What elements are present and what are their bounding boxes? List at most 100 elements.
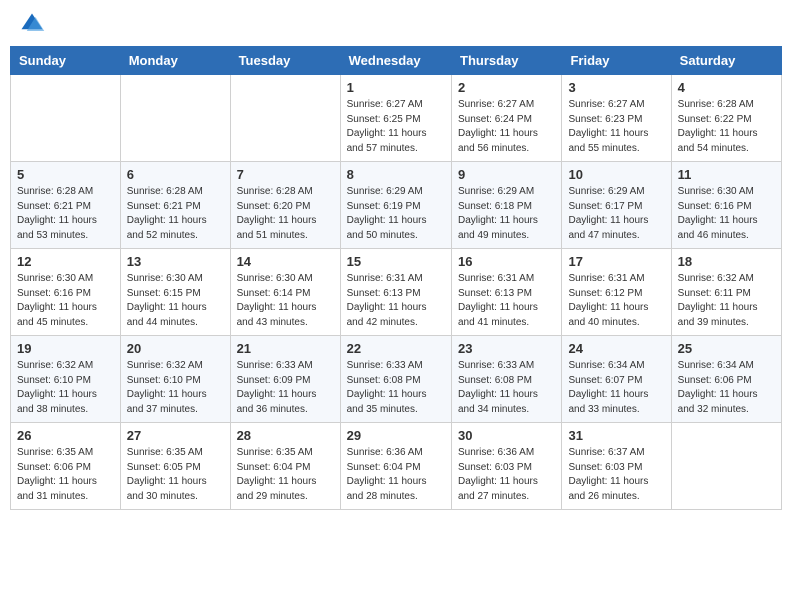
- calendar-cell: 14Sunrise: 6:30 AMSunset: 6:14 PMDayligh…: [230, 249, 340, 336]
- day-number: 15: [347, 254, 445, 269]
- calendar-cell: [230, 75, 340, 162]
- day-info: Sunrise: 6:30 AMSunset: 6:16 PMDaylight:…: [17, 272, 114, 330]
- day-number: 4: [678, 80, 775, 95]
- day-number: 5: [17, 167, 114, 182]
- calendar-week-row: 12 Sunrise: 6:30 AMSunset: 6:16 PMDayligh…: [11, 249, 782, 336]
- day-info: Sunrise: 6:33 AMSunset: 6:09 PMDaylight:…: [237, 359, 334, 417]
- calendar-cell: 24 Sunrise: 6:34 AMSunset: 6:07 PMDayligh…: [562, 336, 671, 423]
- day-info: Sunrise: 6:27 AMSunset: 6:25 PMDaylight:…: [347, 98, 445, 156]
- calendar-cell: 16Sunrise: 6:31 AMSunset: 6:13 PMDayligh…: [452, 249, 562, 336]
- day-info: Sunrise: 6:36 AMSunset: 6:04 PMDaylight:…: [347, 446, 445, 504]
- calendar-week-row: 1 Sunrise: 6:27 AMSunset: 6:25 PMDaylight…: [11, 75, 782, 162]
- day-number: 11: [678, 167, 775, 182]
- calendar-cell: 1 Sunrise: 6:27 AMSunset: 6:25 PMDaylight…: [340, 75, 451, 162]
- day-info: Sunrise: 6:35 AMSunset: 6:04 PMDaylight:…: [237, 446, 334, 504]
- day-info: Sunrise: 6:28 AMSunset: 6:22 PMDaylight:…: [678, 98, 775, 156]
- day-number: 10: [568, 167, 664, 182]
- day-number: 17: [568, 254, 664, 269]
- day-number: 20: [127, 341, 224, 356]
- day-info: Sunrise: 6:35 AMSunset: 6:05 PMDaylight:…: [127, 446, 224, 504]
- day-info: Sunrise: 6:30 AMSunset: 6:15 PMDaylight:…: [127, 272, 224, 330]
- day-header-saturday: Saturday: [671, 47, 781, 75]
- calendar-cell: 12 Sunrise: 6:30 AMSunset: 6:16 PMDayligh…: [11, 249, 121, 336]
- day-number: 1: [347, 80, 445, 95]
- calendar-cell: [11, 75, 121, 162]
- day-number: 23: [458, 341, 555, 356]
- calendar-cell: 19 Sunrise: 6:32 AMSunset: 6:10 PMDayligh…: [11, 336, 121, 423]
- calendar-week-row: 5 Sunrise: 6:28 AMSunset: 6:21 PMDaylight…: [11, 162, 782, 249]
- day-info: Sunrise: 6:36 AMSunset: 6:03 PMDaylight:…: [458, 446, 555, 504]
- day-info: Sunrise: 6:29 AMSunset: 6:18 PMDaylight:…: [458, 185, 555, 243]
- day-info: Sunrise: 6:30 AMSunset: 6:14 PMDaylight:…: [237, 272, 334, 330]
- day-number: 13: [127, 254, 224, 269]
- calendar-cell: [120, 75, 230, 162]
- day-info: Sunrise: 6:35 AMSunset: 6:06 PMDaylight:…: [17, 446, 114, 504]
- day-number: 24: [568, 341, 664, 356]
- day-info: Sunrise: 6:32 AMSunset: 6:10 PMDaylight:…: [17, 359, 114, 417]
- day-header-wednesday: Wednesday: [340, 47, 451, 75]
- day-number: 30: [458, 428, 555, 443]
- calendar-cell: 25Sunrise: 6:34 AMSunset: 6:06 PMDayligh…: [671, 336, 781, 423]
- day-info: Sunrise: 6:37 AMSunset: 6:03 PMDaylight:…: [568, 446, 664, 504]
- calendar-cell: 23 Sunrise: 6:33 AMSunset: 6:08 PMDayligh…: [452, 336, 562, 423]
- calendar-cell: 7Sunrise: 6:28 AMSunset: 6:20 PMDaylight…: [230, 162, 340, 249]
- day-number: 3: [568, 80, 664, 95]
- day-info: Sunrise: 6:28 AMSunset: 6:21 PMDaylight:…: [127, 185, 224, 243]
- day-info: Sunrise: 6:33 AMSunset: 6:08 PMDaylight:…: [458, 359, 555, 417]
- day-info: Sunrise: 6:29 AMSunset: 6:19 PMDaylight:…: [347, 185, 445, 243]
- calendar-cell: 6 Sunrise: 6:28 AMSunset: 6:21 PMDaylight…: [120, 162, 230, 249]
- day-info: Sunrise: 6:33 AMSunset: 6:08 PMDaylight:…: [347, 359, 445, 417]
- calendar-cell: 2Sunrise: 6:27 AMSunset: 6:24 PMDaylight…: [452, 75, 562, 162]
- day-info: Sunrise: 6:30 AMSunset: 6:16 PMDaylight:…: [678, 185, 775, 243]
- day-number: 22: [347, 341, 445, 356]
- day-info: Sunrise: 6:27 AMSunset: 6:24 PMDaylight:…: [458, 98, 555, 156]
- calendar-cell: 17 Sunrise: 6:31 AMSunset: 6:12 PMDayligh…: [562, 249, 671, 336]
- day-info: Sunrise: 6:32 AMSunset: 6:10 PMDaylight:…: [127, 359, 224, 417]
- calendar-cell: 15 Sunrise: 6:31 AMSunset: 6:13 PMDayligh…: [340, 249, 451, 336]
- day-number: 12: [17, 254, 114, 269]
- day-number: 9: [458, 167, 555, 182]
- day-number: 8: [347, 167, 445, 182]
- calendar-header-row: SundayMondayTuesdayWednesdayThursdayFrid…: [11, 47, 782, 75]
- day-info: Sunrise: 6:29 AMSunset: 6:17 PMDaylight:…: [568, 185, 664, 243]
- calendar-cell: 13 Sunrise: 6:30 AMSunset: 6:15 PMDayligh…: [120, 249, 230, 336]
- calendar-cell: 30 Sunrise: 6:36 AMSunset: 6:03 PMDayligh…: [452, 423, 562, 510]
- calendar-cell: [671, 423, 781, 510]
- day-number: 18: [678, 254, 775, 269]
- calendar-week-row: 19 Sunrise: 6:32 AMSunset: 6:10 PMDayligh…: [11, 336, 782, 423]
- day-header-sunday: Sunday: [11, 47, 121, 75]
- day-info: Sunrise: 6:31 AMSunset: 6:13 PMDaylight:…: [458, 272, 555, 330]
- day-header-tuesday: Tuesday: [230, 47, 340, 75]
- calendar-week-row: 26 Sunrise: 6:35 AMSunset: 6:06 PMDayligh…: [11, 423, 782, 510]
- calendar-cell: 28Sunrise: 6:35 AMSunset: 6:04 PMDayligh…: [230, 423, 340, 510]
- calendar-cell: 5 Sunrise: 6:28 AMSunset: 6:21 PMDaylight…: [11, 162, 121, 249]
- day-info: Sunrise: 6:31 AMSunset: 6:13 PMDaylight:…: [347, 272, 445, 330]
- day-info: Sunrise: 6:27 AMSunset: 6:23 PMDaylight:…: [568, 98, 664, 156]
- day-info: Sunrise: 6:34 AMSunset: 6:06 PMDaylight:…: [678, 359, 775, 417]
- calendar-cell: 4 Sunrise: 6:28 AMSunset: 6:22 PMDaylight…: [671, 75, 781, 162]
- day-number: 31: [568, 428, 664, 443]
- day-number: 29: [347, 428, 445, 443]
- calendar-cell: 29 Sunrise: 6:36 AMSunset: 6:04 PMDayligh…: [340, 423, 451, 510]
- page-header: [10, 10, 782, 38]
- calendar-cell: 21 Sunrise: 6:33 AMSunset: 6:09 PMDayligh…: [230, 336, 340, 423]
- day-number: 7: [237, 167, 334, 182]
- day-header-thursday: Thursday: [452, 47, 562, 75]
- day-number: 26: [17, 428, 114, 443]
- calendar-cell: 26 Sunrise: 6:35 AMSunset: 6:06 PMDayligh…: [11, 423, 121, 510]
- calendar-cell: 20 Sunrise: 6:32 AMSunset: 6:10 PMDayligh…: [120, 336, 230, 423]
- day-info: Sunrise: 6:31 AMSunset: 6:12 PMDaylight:…: [568, 272, 664, 330]
- day-number: 21: [237, 341, 334, 356]
- day-info: Sunrise: 6:28 AMSunset: 6:21 PMDaylight:…: [17, 185, 114, 243]
- calendar-cell: 9 Sunrise: 6:29 AMSunset: 6:18 PMDaylight…: [452, 162, 562, 249]
- calendar-cell: 27 Sunrise: 6:35 AMSunset: 6:05 PMDayligh…: [120, 423, 230, 510]
- day-info: Sunrise: 6:34 AMSunset: 6:07 PMDaylight:…: [568, 359, 664, 417]
- calendar-table: SundayMondayTuesdayWednesdayThursdayFrid…: [10, 46, 782, 510]
- day-number: 19: [17, 341, 114, 356]
- day-number: 27: [127, 428, 224, 443]
- calendar-cell: 22 Sunrise: 6:33 AMSunset: 6:08 PMDayligh…: [340, 336, 451, 423]
- day-header-monday: Monday: [120, 47, 230, 75]
- calendar-cell: 18Sunrise: 6:32 AMSunset: 6:11 PMDayligh…: [671, 249, 781, 336]
- calendar-cell: 8 Sunrise: 6:29 AMSunset: 6:19 PMDaylight…: [340, 162, 451, 249]
- day-number: 6: [127, 167, 224, 182]
